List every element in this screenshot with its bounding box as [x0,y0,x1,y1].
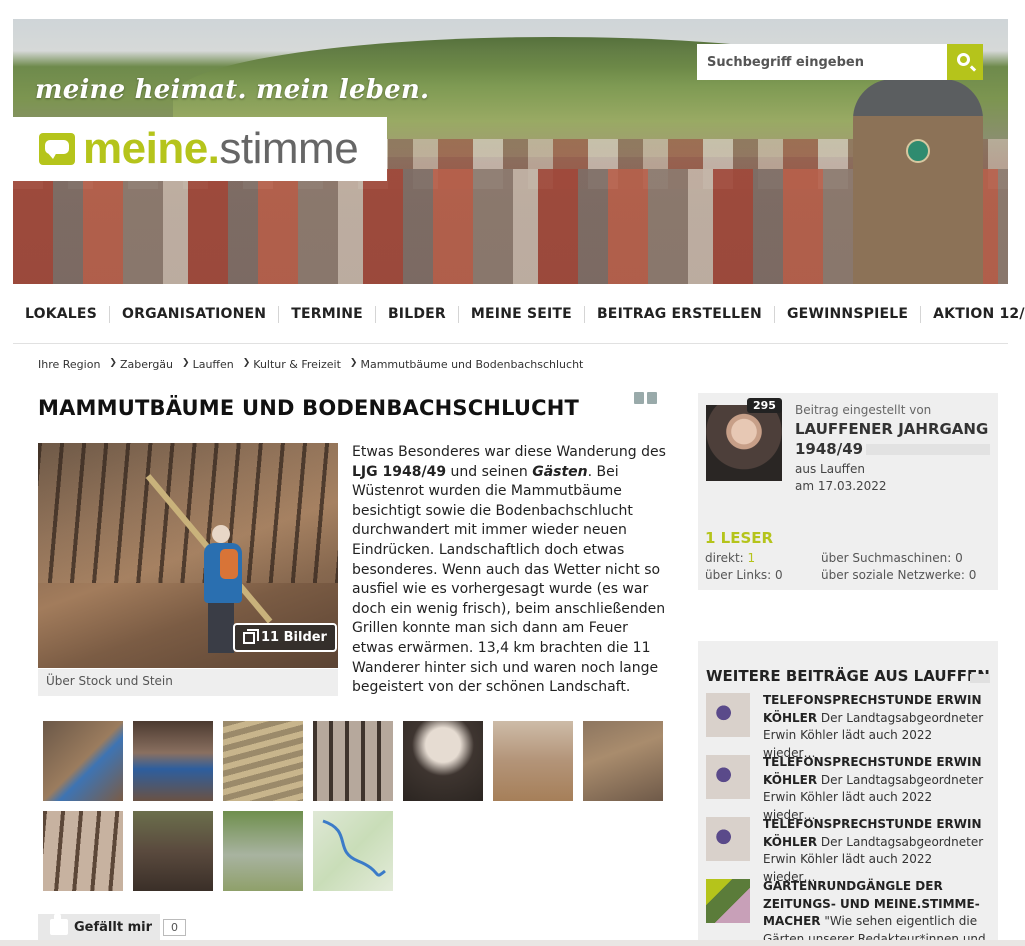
nav-item-meine-seite[interactable]: MEINE SEITE [459,305,585,323]
edit-icon[interactable] [634,392,644,404]
breadcrumb-arrow-icon: ❯ [349,358,358,368]
slogan: meine heimat. mein leben. [35,75,430,105]
gallery-thumb-1[interactable] [43,721,123,801]
search-button[interactable] [947,44,983,80]
image-caption: Über Stock und Stein [38,669,338,696]
post-thumbnail [706,693,750,737]
breadcrumb: Ihre Region ❯ Zabergäu ❯ Lauffen ❯ Kultu… [38,358,592,371]
nav-item-lokales[interactable]: LOKALES [25,305,110,323]
gallery-thumb-4[interactable] [313,721,393,801]
post-thumbnail [706,879,750,923]
route-map-icon [322,819,386,877]
breadcrumb-item[interactable]: Kultur & Freizeit [253,358,341,371]
main-article-image[interactable]: 11 Bilder [38,443,338,668]
breadcrumb-arrow-icon: ❯ [242,358,251,368]
breadcrumb-item[interactable]: Ihre Region [38,358,100,371]
breadcrumb-current: Mammutbäume und Bodenbachschlucht [360,358,584,371]
group-name-link: LJG 1948/49 [352,463,447,480]
gallery-thumb-5[interactable] [403,721,483,801]
nav-item-termine[interactable]: TERMINE [279,305,376,323]
breadcrumb-item[interactable]: Zabergäu [120,358,173,371]
gallery-icon [243,628,259,644]
list-item[interactable]: GARTENRUNDGÄNGLE DER ZEITUNGS- UND MEINE… [706,879,996,946]
like-count: 0 [163,919,186,936]
main-navigation: LOKALES ORGANISATIONEN TERMINE BILDER ME… [13,285,1025,344]
search-input[interactable] [697,44,947,80]
forest-trees [38,443,338,583]
author-box: 295 Beitrag eingestellt von LAUFFENER JA… [698,393,998,590]
author-level-bar [866,444,990,455]
reader-stats: direkt: 1 über Suchmaschinen: 0 über Link… [705,551,977,582]
list-item[interactable]: TELEFONSPRECHSTUNDE ERWIN KÖHLER Der Lan… [706,755,996,822]
list-item[interactable]: TELEFONSPRECHSTUNDE ERWIN KÖHLER Der Lan… [706,817,996,884]
trash-icon[interactable] [647,392,657,404]
nav-item-aktion[interactable]: AKTION 12/12 [921,306,1025,323]
like-button[interactable]: Gefällt mir [38,913,160,940]
nav-item-beitrag-erstellen[interactable]: BEITRAG ERSTELLEN [585,305,775,323]
breadcrumb-item[interactable]: Lauffen [193,358,234,371]
header-banner: meine heimat. mein leben. meine . stimme [13,19,1008,284]
related-posts: WEITERE BEITRÄGE AUS LAUFFEN TELEFONSPRE… [698,641,998,946]
gallery-button[interactable]: 11 Bilder [233,623,337,652]
nav-item-gewinnspiele[interactable]: GEWINNSPIELE [775,305,922,323]
logo-text-stimme: stimme [219,124,359,173]
page-title: MAMMUTBÄUME UND BODENBACHSCHLUCHT [38,396,580,420]
post-thumbnail [706,755,750,799]
gallery-thumb-9[interactable] [133,811,213,891]
related-posts-title: WEITERE BEITRÄGE AUS LAUFFEN [706,667,990,685]
breadcrumb-arrow-icon: ❯ [182,358,190,368]
backpack [220,549,238,579]
gallery-thumb-3[interactable] [223,721,303,801]
author-location: aus Lauffen [795,462,865,476]
reader-count: 1 LESER [705,529,774,547]
gallery-thumb-8[interactable] [43,811,123,891]
thumbs-up-icon [50,913,68,935]
footer-divider [0,940,1025,946]
logo-text-meine: meine [83,124,208,173]
post-thumbnail [706,817,750,861]
clock-icon [906,139,930,163]
church-tower [853,79,983,284]
author-label: Beitrag eingestellt von [795,403,932,417]
list-item[interactable]: TELEFONSPRECHSTUNDE ERWIN KÖHLER Der Lan… [706,693,996,760]
speech-bubble-icon [39,133,75,165]
gallery-thumb-2[interactable] [133,721,213,801]
search-bar [697,44,983,80]
nav-item-bilder[interactable]: BILDER [376,305,459,323]
gallery-thumb-10[interactable] [223,811,303,891]
hiker [204,525,242,603]
article-body: Etwas Besonderes war diese Wanderung des… [352,444,666,696]
logo-text-dot: . [207,124,220,173]
gallery-button-label: 11 Bilder [261,630,327,645]
nav-item-organisationen[interactable]: ORGANISATIONEN [110,305,280,323]
avatar[interactable] [706,405,782,481]
gallery-thumb-6[interactable] [493,721,573,801]
gallery-thumb-7[interactable] [583,721,663,801]
post-date: am 17.03.2022 [795,479,887,493]
map-thumb[interactable] [313,811,393,891]
author-points-badge: 295 [747,398,782,413]
like-label: Gefällt mir [74,919,152,935]
article-tools [634,392,657,404]
search-icon [957,53,970,66]
breadcrumb-arrow-icon: ❯ [109,358,117,368]
site-logo[interactable]: meine . stimme [13,117,387,181]
